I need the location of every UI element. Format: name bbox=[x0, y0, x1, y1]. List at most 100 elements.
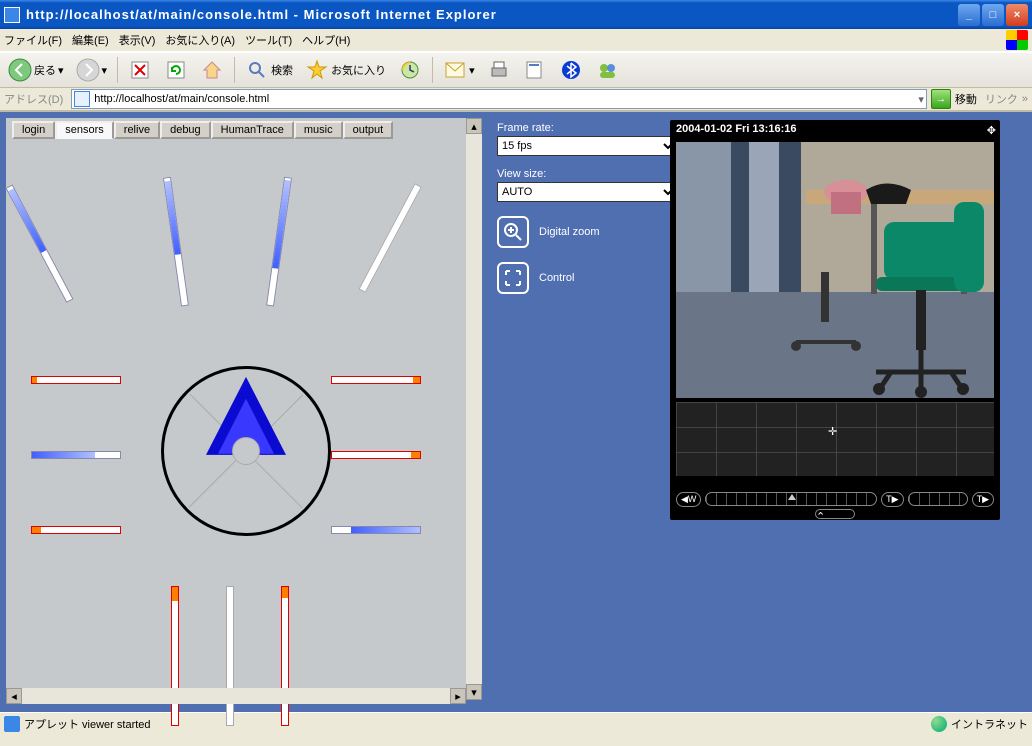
view-size-select[interactable]: AUTO bbox=[497, 182, 677, 202]
scroll-right-icon[interactable]: ▸ bbox=[450, 688, 466, 704]
wide-button[interactable]: ◀W bbox=[676, 492, 701, 507]
search-label: 検索 bbox=[271, 62, 293, 78]
home-button[interactable] bbox=[196, 56, 228, 84]
url-input[interactable]: http://localhost/at/main/console.html ▾ bbox=[71, 89, 927, 109]
crosshair-icon: ✛ bbox=[828, 425, 837, 438]
camera-widget: 2004-01-02 Fri 13:16:16 ✥ bbox=[670, 120, 1000, 520]
history-button[interactable] bbox=[394, 56, 426, 84]
ie-status-icon bbox=[4, 716, 20, 732]
secondary-slider[interactable] bbox=[908, 492, 968, 506]
digital-zoom-button[interactable] bbox=[497, 216, 529, 248]
window-title: http://localhost/at/main/console.html - … bbox=[26, 7, 956, 22]
menu-tools[interactable]: ツール(T) bbox=[245, 32, 292, 48]
mail-button[interactable]: ▾ bbox=[439, 56, 479, 84]
control-label: Control bbox=[539, 272, 574, 284]
go-label: 移動 bbox=[955, 91, 977, 107]
scroll-up-icon[interactable]: ▴ bbox=[466, 118, 482, 134]
windows-logo-icon bbox=[1006, 30, 1028, 50]
links-label[interactable]: リンク bbox=[985, 91, 1018, 107]
stop-icon bbox=[128, 58, 152, 82]
status-text: アプレット viewer started bbox=[24, 716, 151, 732]
slider-marker-icon bbox=[788, 494, 796, 500]
vertical-scrollbar[interactable]: ▴ ▾ bbox=[466, 118, 482, 700]
tele-button-2[interactable]: T▶ bbox=[972, 492, 994, 507]
address-label: アドレス(D) bbox=[4, 91, 63, 107]
bluetooth-button[interactable] bbox=[555, 56, 587, 84]
menu-file[interactable]: ファイル(F) bbox=[4, 32, 62, 48]
menu-help[interactable]: ヘルプ(H) bbox=[302, 32, 350, 48]
zoom-in-icon bbox=[503, 222, 523, 242]
page-icon bbox=[74, 91, 90, 107]
move-icon[interactable]: ✥ bbox=[987, 124, 996, 137]
menu-bar: ファイル(F) 編集(E) 表示(V) お気に入り(A) ツール(T) ヘルプ(… bbox=[0, 29, 1032, 52]
sensor-bar-bottom-left bbox=[171, 586, 179, 726]
camera-feed bbox=[676, 142, 994, 398]
sensor-bar-top-mid-right bbox=[266, 177, 292, 307]
menu-view[interactable]: 表示(V) bbox=[119, 32, 156, 48]
favorites-button[interactable]: お気に入り bbox=[301, 56, 390, 84]
url-text: http://localhost/at/main/console.html bbox=[94, 93, 269, 105]
frame-rate-select[interactable]: 15 fps bbox=[497, 136, 677, 156]
sensor-bar-left-1 bbox=[31, 376, 121, 384]
camera-timestamp: 2004-01-02 Fri 13:16:16 bbox=[670, 120, 1000, 138]
sensor-bar-left-3 bbox=[31, 526, 121, 534]
sensor-bar-right-2 bbox=[331, 451, 421, 459]
back-button[interactable]: 戻る ▾ bbox=[4, 56, 68, 84]
dial-hub bbox=[232, 437, 260, 465]
sensor-bar-top-mid-left bbox=[163, 177, 189, 307]
edit-icon bbox=[523, 58, 547, 82]
horizontal-scrollbar[interactable]: ◂ ▸ bbox=[6, 688, 466, 704]
tele-button[interactable]: T▶ bbox=[881, 492, 903, 507]
maximize-button[interactable]: □ bbox=[982, 4, 1004, 26]
refresh-icon bbox=[164, 58, 188, 82]
forward-icon bbox=[76, 58, 100, 82]
minimize-button[interactable]: _ bbox=[958, 4, 980, 26]
sensor-bar-top-right bbox=[358, 183, 421, 293]
right-pane: Frame rate: 15 fps View size: AUTO Digit… bbox=[485, 112, 1032, 712]
applet-frame: login sensors relive debug HumanTrace mu… bbox=[6, 118, 466, 700]
favorites-label: お気に入り bbox=[331, 62, 386, 78]
sensor-bar-top-left bbox=[5, 184, 73, 303]
menu-edit[interactable]: 編集(E) bbox=[72, 32, 109, 48]
messenger-button[interactable] bbox=[591, 56, 623, 84]
back-label: 戻る bbox=[34, 62, 56, 78]
go-button[interactable]: → bbox=[931, 89, 951, 109]
forward-button[interactable]: ▾ bbox=[72, 56, 112, 84]
edit-button[interactable] bbox=[519, 56, 551, 84]
print-button[interactable] bbox=[483, 56, 515, 84]
search-icon bbox=[245, 58, 269, 82]
search-button[interactable]: 検索 bbox=[241, 56, 297, 84]
toolbar: 戻る ▾ ▾ 検索 お気に入り ▾ bbox=[0, 52, 1032, 88]
print-icon bbox=[487, 58, 511, 82]
zone-text: イントラネット bbox=[951, 716, 1028, 732]
expand-icon bbox=[503, 268, 523, 288]
sensor-bar-bottom-mid bbox=[226, 586, 234, 726]
camera-grid[interactable] bbox=[676, 402, 994, 476]
sensor-bar-right-1 bbox=[331, 376, 421, 384]
ie-icon bbox=[4, 7, 20, 23]
star-icon bbox=[305, 58, 329, 82]
control-button[interactable] bbox=[497, 262, 529, 294]
history-icon bbox=[398, 58, 422, 82]
messenger-icon bbox=[595, 58, 619, 82]
window-titlebar: http://localhost/at/main/console.html - … bbox=[0, 0, 1032, 29]
bluetooth-icon bbox=[559, 58, 583, 82]
close-button[interactable]: × bbox=[1006, 4, 1028, 26]
left-pane: login sensors relive debug HumanTrace mu… bbox=[0, 112, 485, 710]
status-bar: アプレット viewer started イントラネット bbox=[0, 712, 1032, 734]
digital-zoom-label: Digital zoom bbox=[539, 226, 600, 238]
sensor-bar-right-3 bbox=[331, 526, 421, 534]
scroll-down-icon[interactable]: ▾ bbox=[466, 684, 482, 700]
menu-favorites[interactable]: お気に入り(A) bbox=[165, 32, 235, 48]
sensors-panel bbox=[6, 136, 466, 696]
scroll-left-icon[interactable]: ◂ bbox=[6, 688, 22, 704]
home-icon bbox=[200, 58, 224, 82]
refresh-button[interactable] bbox=[160, 56, 192, 84]
back-icon bbox=[8, 58, 32, 82]
sensor-bar-bottom-right bbox=[281, 586, 289, 726]
address-bar: アドレス(D) http://localhost/at/main/console… bbox=[0, 88, 1032, 112]
direction-dial bbox=[161, 366, 331, 536]
content-area: login sensors relive debug HumanTrace mu… bbox=[0, 112, 1032, 712]
camera-pill-button[interactable]: ⌃ bbox=[815, 509, 855, 519]
stop-button[interactable] bbox=[124, 56, 156, 84]
